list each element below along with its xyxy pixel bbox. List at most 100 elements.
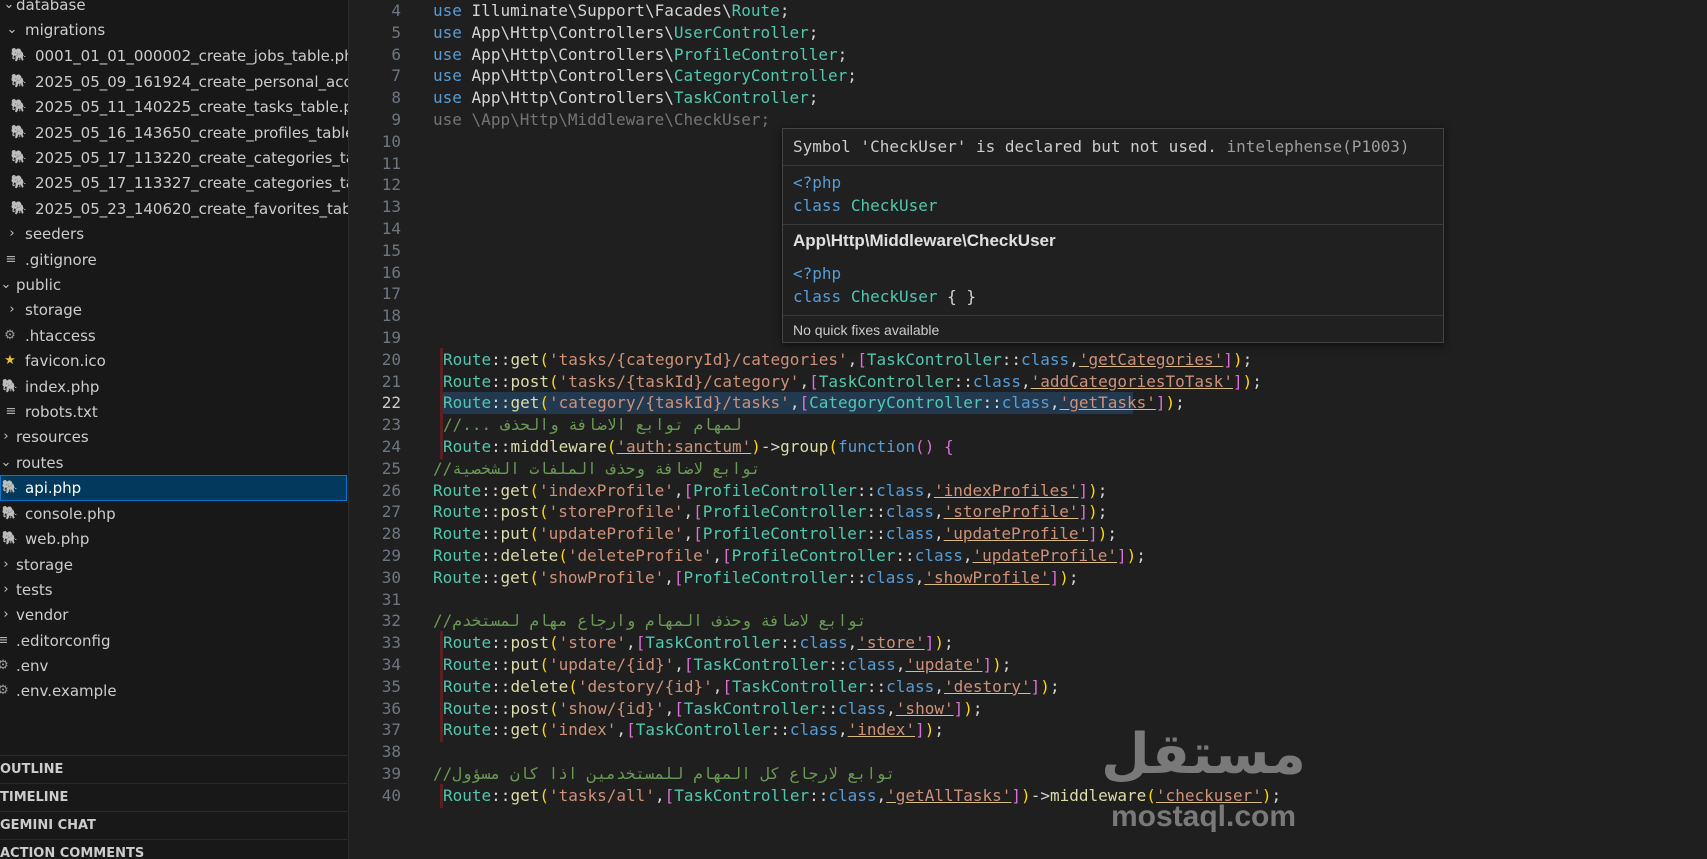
explorer-sidebar: ⌄ database ⌄ migrations 🐘 0001_01_01_000… [0,0,349,859]
code-line[interactable]: 32 //توابع لاضافة وحذف المهام وارجاع مهام… [349,609,1707,633]
chevron-right-icon: › [3,557,9,572]
text-file-icon: ≡ [5,252,17,267]
tree-folder-database[interactable]: ⌄ database [0,0,347,18]
code-line[interactable]: 7 use App\Http\Controllers\CategoryContro… [349,64,1707,88]
code-line[interactable]: 5 use App\Http\Controllers\UserController… [349,21,1707,45]
line-number: 12 [381,175,401,195]
code-line[interactable]: 30 Route::get('showProfile',[ProfileContr… [349,566,1707,590]
tree-file-favicon[interactable]: ★ favicon.ico [0,348,347,374]
tree-file-migration[interactable]: 🐘 2025_05_17_113327_create_categories_ta… [0,170,348,196]
line-number: 4 [391,1,401,20]
tree-folder-storage[interactable]: › storage [0,552,347,578]
tree-file-robots[interactable]: ≡ robots.txt [0,399,347,425]
code-line[interactable]: 28 Route::put('updateProfile',[ProfileCon… [349,522,1707,546]
code-text: //... لمهام توابع الاضافة والحذف [443,415,742,435]
line-number: 18 [381,306,401,326]
tree-file-env-example[interactable]: ⚙ .env.example [0,678,347,704]
code-text: use App\Http\Controllers\ProfileControll… [433,44,848,64]
php-file-icon: 🐘 [10,125,28,140]
code-line[interactable]: 26 Route::get('indexProfile',[ProfileCont… [349,479,1707,503]
tree-folder-storage[interactable]: › storage [0,297,347,323]
hover-snippet-class: class CheckUser [793,196,938,215]
tree-folder-vendor[interactable]: › vendor [0,602,347,628]
code-line[interactable]: 36 Route::post('show/{id}',[TaskControlle… [349,696,1707,721]
hover-snippet-class: class CheckUser { } [793,287,976,306]
code-line[interactable]: 40 Route::get('tasks/all',[TaskController… [349,783,1707,808]
code-line[interactable]: 20 Route::get('tasks/{categoryId}/categor… [349,347,1707,372]
line-number: 20 [381,349,401,369]
code-text: Route::get('index',[TaskController::clas… [443,720,944,740]
code-text: Route::delete('deleteProfile',[ProfileCo… [433,546,1146,565]
line-number: 38 [381,742,401,762]
code-line[interactable]: 31 [349,588,1707,612]
gear-icon: ⚙ [0,678,12,704]
tree-file-web[interactable]: 🐘 web.php [0,526,347,552]
section-outline[interactable]: OUTLINE [0,755,347,782]
tree-file-migration[interactable]: 🐘 2025_05_11_140225_create_tasks_table.p… [0,94,348,120]
code-text: use \App\Http\Middleware\CheckUser; [433,110,771,129]
tree-folder-resources[interactable]: › resources [0,424,347,450]
code-line[interactable]: 29 Route::delete('deleteProfile',[Profile… [349,544,1707,568]
tree-file-migration[interactable]: 🐘 2025_05_09_161924_create_personal_acc.… [0,69,348,95]
tree-folder-migrations[interactable]: ⌄ migrations [0,17,347,43]
line-number: 39 [381,764,401,783]
line-number: 29 [381,546,401,565]
code-editor[interactable]: 4 use Illuminate\Support\Facades\Route; 5 u… [349,0,1707,859]
tree-file-migration[interactable]: 🐘 2025_05_17_113220_create_categories_ta… [0,145,348,171]
line-number: 11 [381,153,401,173]
line-number: 36 [381,698,401,718]
php-file-icon: 🐘 [1,480,19,495]
section-timeline[interactable]: TIMELINE [0,783,347,810]
code-line[interactable]: 34 Route::put('update/{id}',[TaskControll… [349,653,1707,677]
code-line[interactable]: 33 Route::post('store',[TaskController::c… [349,631,1707,656]
tree-file-htaccess[interactable]: ⚙ .htaccess [0,323,347,349]
chevron-down-icon: ⌄ [6,22,18,37]
tree-file-migration[interactable]: 🐘 2025_05_23_140620_create_favorites_tab… [0,196,348,222]
tree-file-console[interactable]: 🐘 console.php [0,501,347,527]
tree-folder-routes[interactable]: ⌄ routes [0,450,347,476]
tree-file-migration[interactable]: 🐘 2025_05_16_143650_create_profiles_tabl… [0,120,348,146]
line-number: 31 [381,589,401,609]
code-line[interactable]: 23 //... لمهام توابع الاضافة والحذف [349,413,1707,438]
tree-file-api[interactable]: 🐘 api.php [0,475,347,501]
code-text: Route::middleware('auth:sanctum')->group… [443,437,954,456]
hover-source: intelephense(P1003) [1226,137,1410,156]
tree-file-editorconfig[interactable]: ≡ .editorconfig [0,628,347,654]
code-line[interactable]: 35 Route::delete('destory/{id}',[TaskCont… [349,674,1707,699]
code-line[interactable]: 22 Route::get('category/{taskId}/tasks',[… [349,391,1707,416]
code-text: use App\Http\Controllers\UserController; [433,22,819,42]
section-gemini-chat[interactable]: GEMINI CHAT [0,811,347,838]
divider [783,224,1443,225]
line-number: 32 [381,611,401,631]
section-action-comments[interactable]: ACTION COMMENTS [0,839,347,859]
line-number: 14 [381,219,401,238]
code-line[interactable]: 37 Route::get('index',[TaskController::cl… [349,718,1707,743]
code-line[interactable]: 25 //توابع لاضافة وحذف الملفات الشخصية [349,457,1707,481]
code-line[interactable]: 21 Route::post('tasks/{taskId}/category',… [349,369,1707,394]
php-file-icon: 🐘 [1,379,19,394]
tree-folder-seeders[interactable]: › seeders [0,221,347,247]
tree-file-index[interactable]: 🐘 index.php [0,374,347,400]
code-line[interactable]: 24 Route::middleware('auth:sanctum')->gro… [349,435,1707,459]
line-number: 34 [381,655,401,674]
tree-folder-public[interactable]: ⌄ public [0,272,347,298]
tree-file-gitignore[interactable]: ≡ .gitignore [0,247,347,273]
code-text: Route::get('tasks/{categoryId}/categorie… [443,349,1253,369]
hover-fqcn: App\Http\Middleware\CheckUser [793,231,1056,250]
tree-file-env[interactable]: ⚙ .env [0,653,347,679]
php-file-icon: 🐘 [10,99,28,114]
tree-folder-tests[interactable]: › tests [0,577,347,603]
code-line[interactable]: 27 Route::post('storeProfile',[ProfileCon… [349,500,1707,524]
tree-file-migration[interactable]: 🐘 0001_01_01_000002_create_jobs_table.ph… [0,43,348,69]
code-text: Route::post('tasks/{taskId}/category',[T… [443,371,1262,391]
php-file-icon: 🐘 [10,175,28,190]
code-text: Route::get('showProfile',[ProfileControl… [433,567,1079,587]
code-line[interactable]: 4 use Illuminate\Support\Facades\Route; [349,0,1707,23]
line-number: 8 [391,88,401,108]
code-text: use App\Http\Controllers\CategoryControl… [433,66,857,86]
code-line[interactable]: 6 use App\Http\Controllers\ProfileControl… [349,43,1707,67]
code-line[interactable]: 38 [349,740,1707,764]
code-line[interactable]: 39 //توابع لارجاع كل المهام للمستخدمين اذ… [349,762,1707,786]
code-line[interactable]: 8 use App\Http\Controllers\TaskController… [349,86,1707,110]
chevron-right-icon: › [3,582,9,597]
